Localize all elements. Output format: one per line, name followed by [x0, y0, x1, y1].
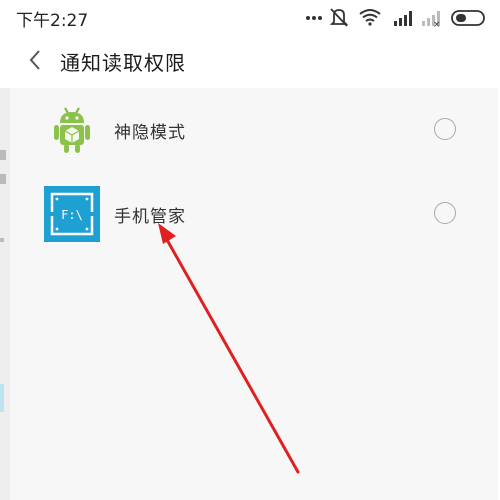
- item-label: 手机管家: [114, 207, 186, 227]
- radio-button[interactable]: [434, 118, 456, 140]
- item-label: 神隐模式: [114, 123, 186, 143]
- status-time: 下午2:27: [16, 11, 89, 31]
- radio-button[interactable]: [434, 202, 456, 224]
- signal-icon: [394, 11, 412, 26]
- battery-icon: [451, 10, 485, 26]
- page-title: 通知读取权限: [60, 51, 186, 75]
- list-item-phone-manager[interactable]: F:\ 手机管家: [10, 174, 498, 254]
- svg-text:F:\: F:\: [61, 208, 83, 222]
- chevron-left-icon[interactable]: [26, 46, 46, 74]
- svg-text:×: ×: [433, 20, 441, 28]
- android-robot-icon: [44, 102, 100, 158]
- wifi-icon: [359, 9, 381, 26]
- list-item-shenyin-mode[interactable]: 神隐模式: [10, 90, 498, 170]
- header: 通知读取权限: [0, 38, 500, 84]
- background-peek: [0, 88, 10, 500]
- mute-icon: [329, 8, 349, 27]
- screen: 下午2:27 × 通知读取权限 神隐模式 F:\ 手机管家: [0, 0, 500, 500]
- status-bar: 下午2:27 ×: [0, 0, 500, 34]
- file-manager-icon: F:\: [44, 186, 100, 242]
- status-icons: ×: [302, 6, 492, 28]
- signal-no-service-icon: ×: [422, 11, 441, 28]
- app-list-panel: 神隐模式 F:\ 手机管家: [10, 88, 498, 500]
- more-dots-icon: [306, 16, 322, 20]
